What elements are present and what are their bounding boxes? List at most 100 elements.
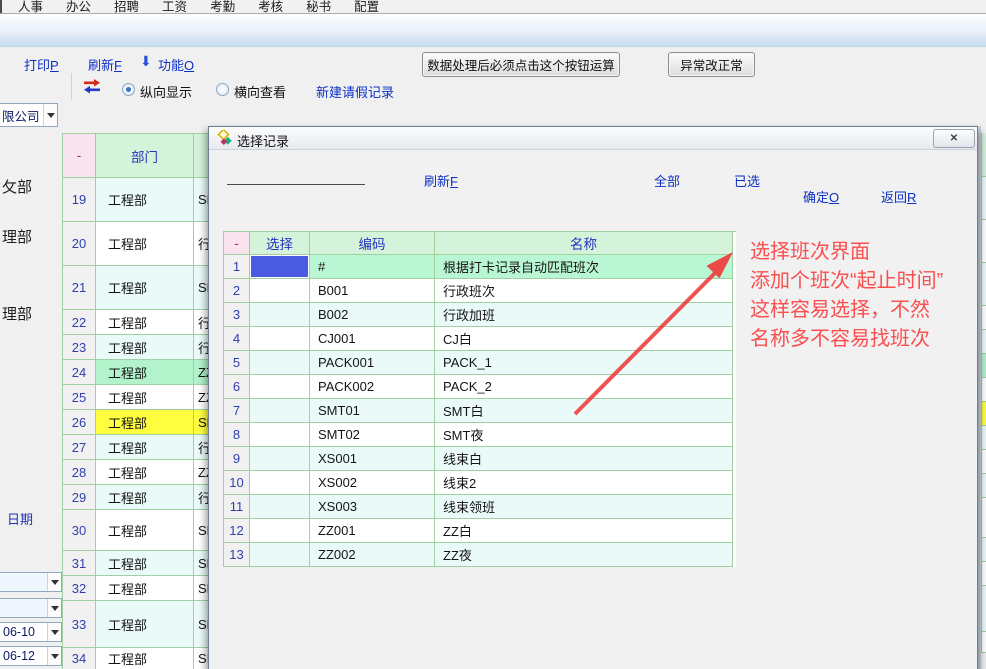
header-cell-dash[interactable]: - [224, 232, 250, 255]
table-row[interactable]: 24工程部ZZ [63, 360, 220, 385]
dialog-titlebar[interactable]: 选择记录 ✕ [209, 127, 977, 150]
header-cell-name[interactable]: 名称 [435, 232, 733, 255]
search-input[interactable] [227, 166, 365, 185]
select-cell[interactable] [250, 255, 310, 279]
table-row[interactable]: 27工程部行 [63, 435, 220, 460]
date-combo[interactable] [0, 572, 62, 592]
dialog-table-row[interactable]: 6PACK002PACK_2 [224, 375, 736, 399]
code-cell[interactable]: XS003 [310, 495, 435, 519]
table-row[interactable]: 30工程部SM [63, 510, 220, 551]
name-cell[interactable]: 根据打卡记录自动匹配班次 [435, 255, 733, 279]
menu-item[interactable]: 工资 [162, 0, 187, 14]
name-cell[interactable]: 行政加班 [435, 303, 733, 327]
name-cell[interactable]: SMT夜 [435, 423, 733, 447]
code-cell[interactable]: PACK001 [310, 351, 435, 375]
name-cell[interactable]: 行政班次 [435, 279, 733, 303]
date-combo[interactable]: 06-10 [0, 622, 62, 642]
dialog-table-row[interactable]: 8SMT02SMT夜 [224, 423, 736, 447]
code-cell[interactable]: ZZ001 [310, 519, 435, 543]
code-cell[interactable]: SMT02 [310, 423, 435, 447]
select-cell[interactable] [250, 375, 310, 399]
process-data-button[interactable]: 数据处理后必须点击这个按钮运算 [422, 52, 620, 77]
select-cell[interactable] [250, 543, 310, 567]
department-cell[interactable]: 工程部 [96, 335, 194, 360]
dialog-table-row[interactable]: 5PACK001PACK_1 [224, 351, 736, 375]
select-cell[interactable] [250, 303, 310, 327]
table-row[interactable]: 22工程部行 [63, 310, 220, 335]
name-cell[interactable]: 线束白 [435, 447, 733, 471]
select-cell[interactable] [250, 399, 310, 423]
menu-item[interactable]: 招聘 [114, 0, 139, 14]
name-cell[interactable]: PACK_2 [435, 375, 733, 399]
dialog-close-button[interactable]: ✕ [933, 129, 975, 148]
date-combo-arrow-icon[interactable] [47, 573, 61, 591]
department-cell[interactable]: 工程部 [96, 222, 194, 266]
new-leave-record-link[interactable]: 新建请假记录 [316, 82, 394, 101]
department-cell[interactable]: 工程部 [96, 601, 194, 648]
dialog-table-row[interactable]: 13ZZ002ZZ夜 [224, 543, 736, 567]
menu-item[interactable]: 考勤 [210, 0, 235, 14]
name-cell[interactable]: ZZ白 [435, 519, 733, 543]
department-cell[interactable]: 工程部 [96, 178, 194, 222]
code-cell[interactable]: XS001 [310, 447, 435, 471]
table-row[interactable]: 31工程部SM [63, 551, 220, 576]
table-row[interactable]: 33工程部SM [63, 601, 220, 648]
code-cell[interactable]: PACK002 [310, 375, 435, 399]
table-row[interactable]: 32工程部SM [63, 576, 220, 601]
department-cell[interactable]: 工程部 [96, 576, 194, 601]
table-row[interactable]: 26工程部SM [63, 410, 220, 435]
header-cell-select[interactable]: 选择 [250, 232, 310, 255]
function-menu-button[interactable]: 功能O [158, 55, 194, 74]
header-cell-department[interactable]: 部门 [96, 134, 194, 178]
menu-item[interactable]: 办公 [66, 0, 91, 14]
table-row[interactable]: 19工程部SM [63, 178, 220, 222]
abnormal-to-normal-button[interactable]: 异常改正常 [668, 52, 755, 77]
department-cell[interactable]: 工程部 [96, 460, 194, 485]
department-cell[interactable]: 工程部 [96, 410, 194, 435]
department-cell[interactable]: 工程部 [96, 510, 194, 551]
table-row[interactable]: 28工程部ZZ [63, 460, 220, 485]
dialog-table-row[interactable]: 10XS002线束2 [224, 471, 736, 495]
select-cell[interactable] [250, 495, 310, 519]
name-cell[interactable]: ZZ夜 [435, 543, 733, 567]
select-cell[interactable] [250, 471, 310, 495]
select-cell[interactable] [250, 327, 310, 351]
name-cell[interactable]: PACK_1 [435, 351, 733, 375]
table-row[interactable]: 20工程部行 [63, 222, 220, 266]
name-cell[interactable]: SMT白 [435, 399, 733, 423]
date-combo[interactable]: 06-12 [0, 646, 62, 666]
table-row[interactable]: 21工程部SM [63, 266, 220, 310]
code-cell[interactable]: SMT01 [310, 399, 435, 423]
menu-item[interactable]: 配置 [354, 0, 379, 14]
dialog-table-row[interactable]: 7SMT01SMT白 [224, 399, 736, 423]
dialog-table-row[interactable]: 11XS003线束领班 [224, 495, 736, 519]
department-cell[interactable]: 工程部 [96, 310, 194, 335]
company-dropdown-arrow-icon[interactable] [43, 104, 57, 126]
select-cell[interactable] [250, 279, 310, 303]
select-cell[interactable] [250, 447, 310, 471]
tree-node[interactable]: 理部 [2, 303, 32, 324]
table-row[interactable]: 34工程部SI [63, 648, 220, 669]
code-cell[interactable]: # [310, 255, 435, 279]
select-cell[interactable] [250, 423, 310, 447]
tree-node[interactable]: 攵部 [2, 176, 32, 197]
department-cell[interactable]: 工程部 [96, 266, 194, 310]
name-cell[interactable]: 线束2 [435, 471, 733, 495]
name-cell[interactable]: 线束领班 [435, 495, 733, 519]
department-cell[interactable]: 工程部 [96, 648, 194, 669]
date-combo[interactable] [0, 598, 62, 618]
dialog-table-row[interactable]: 3B002行政加班 [224, 303, 736, 327]
department-cell[interactable]: 工程部 [96, 360, 194, 385]
department-cell[interactable]: 工程部 [96, 435, 194, 460]
date-combo-arrow-icon[interactable] [47, 647, 61, 665]
back-link[interactable]: 返回R [881, 187, 916, 206]
department-cell[interactable]: 工程部 [96, 385, 194, 410]
radio-horizontal-view[interactable] [216, 83, 229, 96]
radio-vertical-display[interactable] [122, 83, 135, 96]
dialog-table-row[interactable]: 1#根据打卡记录自动匹配班次 [224, 255, 736, 279]
dialog-refresh-link[interactable]: 刷新F [424, 171, 458, 190]
tree-node[interactable]: 理部 [2, 226, 32, 247]
header-cell-code[interactable]: 编码 [310, 232, 435, 255]
department-cell[interactable]: 工程部 [96, 485, 194, 510]
code-cell[interactable]: XS002 [310, 471, 435, 495]
